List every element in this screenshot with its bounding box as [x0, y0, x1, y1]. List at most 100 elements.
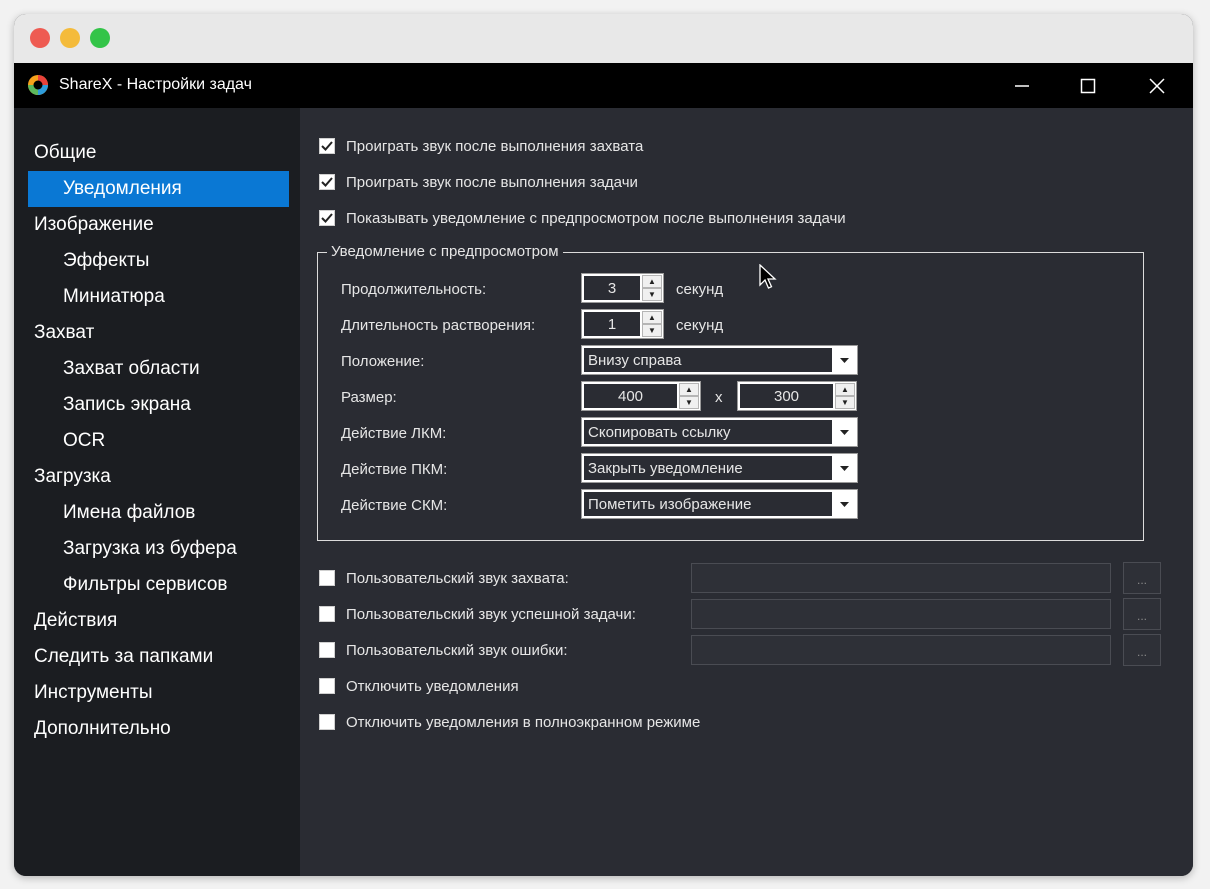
width-spinner[interactable]: 400 ▲ ▼	[581, 381, 701, 411]
browse-error-sound-button[interactable]: ...	[1123, 634, 1161, 666]
sidebar-item-watch-folders[interactable]: Следить за папками	[34, 639, 213, 675]
checkbox-label: Отключить уведомления в полноэкранном ре…	[346, 713, 701, 731]
lmb-action-dropdown[interactable]: Скопировать ссылку	[581, 417, 858, 447]
sidebar-item-image[interactable]: Изображение	[34, 207, 154, 243]
checkbox[interactable]	[319, 606, 335, 622]
settings-content: Проиграть звук после выполнения захвата …	[300, 108, 1193, 876]
sidebar-item-tools[interactable]: Инструменты	[34, 675, 152, 711]
fade-duration-spinner[interactable]: 1 ▲ ▼	[581, 309, 664, 339]
close-icon	[1149, 77, 1165, 94]
window-titlebar: ShareX - Настройки задач	[14, 63, 1193, 108]
fade-duration-value[interactable]: 1	[584, 312, 640, 336]
checkbox-label: Пользовательский звук ошибки:	[346, 641, 568, 659]
size-separator: x	[715, 389, 723, 406]
checkbox[interactable]	[319, 678, 335, 694]
chevron-down-icon[interactable]	[834, 420, 855, 444]
play-sound-after-capture-option[interactable]: Проиграть звук после выполнения захвата	[319, 134, 643, 158]
checkbox[interactable]	[319, 714, 335, 730]
sidebar-item-actions[interactable]: Действия	[34, 603, 117, 639]
custom-task-sound-path[interactable]	[691, 599, 1111, 629]
width-value[interactable]: 400	[584, 384, 677, 408]
minimize-traffic-light[interactable]	[60, 28, 80, 48]
mac-titlebar	[14, 14, 1193, 63]
spin-up-icon[interactable]: ▲	[642, 311, 662, 324]
play-sound-after-task-option[interactable]: Проиграть звук после выполнения задачи	[319, 170, 638, 194]
duration-spinner[interactable]: 3 ▲ ▼	[581, 273, 664, 303]
chevron-down-icon[interactable]	[834, 456, 855, 480]
sidebar-item-screen-recording[interactable]: Запись экрана	[63, 387, 191, 423]
zoom-traffic-light[interactable]	[90, 28, 110, 48]
sidebar-item-advanced[interactable]: Дополнительно	[34, 711, 171, 747]
chevron-down-icon[interactable]	[834, 348, 855, 372]
disable-fullscreen-notifications-option[interactable]: Отключить уведомления в полноэкранном ре…	[319, 710, 700, 734]
checkbox[interactable]	[319, 570, 335, 586]
sidebar-item-general[interactable]: Общие	[34, 135, 96, 171]
maximize-button[interactable]	[1055, 63, 1121, 108]
show-preview-notification-option[interactable]: Показывать уведомление с предпросмотром …	[319, 206, 846, 230]
checkbox[interactable]	[319, 210, 335, 226]
chevron-down-icon[interactable]	[834, 492, 855, 516]
sidebar-item-upload[interactable]: Загрузка	[34, 459, 111, 495]
custom-task-sound-option[interactable]: Пользовательский звук успешной задачи:	[319, 602, 636, 626]
position-label: Положение:	[341, 353, 425, 370]
spin-down-icon[interactable]: ▼	[679, 396, 699, 409]
mmb-action-dropdown[interactable]: Пометить изображение	[581, 489, 858, 519]
spin-up-icon[interactable]: ▲	[642, 275, 662, 288]
sidebar-item-ocr[interactable]: OCR	[63, 423, 105, 459]
browse-capture-sound-button[interactable]: ...	[1123, 562, 1161, 594]
sidebar-item-region-capture[interactable]: Захват области	[63, 351, 200, 387]
sidebar-item-clipboard-upload[interactable]: Загрузка из буфера	[63, 531, 237, 567]
lmb-action-selected: Скопировать ссылку	[584, 420, 832, 444]
spin-down-icon[interactable]: ▼	[642, 324, 662, 337]
custom-error-sound-option[interactable]: Пользовательский звук ошибки:	[319, 638, 568, 662]
close-traffic-light[interactable]	[30, 28, 50, 48]
custom-error-sound-path[interactable]	[691, 635, 1111, 665]
browse-task-sound-button[interactable]: ...	[1123, 598, 1161, 630]
checkbox[interactable]	[319, 642, 335, 658]
mmb-action-label: Действие СКМ:	[341, 497, 448, 514]
rmb-action-selected: Закрыть уведомление	[584, 456, 832, 480]
spinner-arrows[interactable]: ▲ ▼	[835, 383, 855, 409]
minimize-icon	[1015, 84, 1029, 87]
sidebar-item-capture[interactable]: Захват	[34, 315, 94, 351]
checkbox-label: Пользовательский звук успешной задачи:	[346, 605, 636, 623]
spinner-arrows[interactable]: ▲ ▼	[642, 311, 662, 337]
sidebar-item-uploader-filters[interactable]: Фильтры сервисов	[63, 567, 227, 603]
checkbox-label: Проиграть звук после выполнения задачи	[346, 173, 638, 191]
custom-capture-sound-path[interactable]	[691, 563, 1111, 593]
fade-duration-label: Длительность растворения:	[341, 317, 536, 334]
sidebar-item-thumbnail[interactable]: Миниатюра	[63, 279, 165, 315]
rmb-action-dropdown[interactable]: Закрыть уведомление	[581, 453, 858, 483]
sidebar-item-notifications[interactable]: Уведомления	[63, 171, 182, 207]
position-dropdown[interactable]: Внизу справа	[581, 345, 858, 375]
checkmark-icon	[321, 141, 333, 151]
custom-capture-sound-option[interactable]: Пользовательский звук захвата:	[319, 566, 569, 590]
checkmark-icon	[321, 177, 333, 187]
spin-up-icon[interactable]: ▲	[835, 383, 855, 396]
disable-notifications-option[interactable]: Отключить уведомления	[319, 674, 519, 698]
spin-down-icon[interactable]: ▼	[835, 396, 855, 409]
checkbox[interactable]	[319, 174, 335, 190]
sidebar-item-effects[interactable]: Эффекты	[63, 243, 149, 279]
height-value[interactable]: 300	[740, 384, 833, 408]
close-button[interactable]	[1124, 63, 1190, 108]
window-title: ShareX - Настройки задач	[59, 76, 252, 93]
mmb-action-selected: Пометить изображение	[584, 492, 832, 516]
minimize-button[interactable]	[989, 63, 1055, 108]
group-title: Уведомление с предпросмотром	[327, 243, 563, 260]
spin-up-icon[interactable]: ▲	[679, 383, 699, 396]
maximize-icon	[1080, 78, 1096, 93]
spin-down-icon[interactable]: ▼	[642, 288, 662, 301]
spinner-arrows[interactable]: ▲ ▼	[642, 275, 662, 301]
checkbox-label: Отключить уведомления	[346, 677, 519, 695]
size-label: Размер:	[341, 389, 397, 406]
checkbox[interactable]	[319, 138, 335, 154]
duration-value[interactable]: 3	[584, 276, 640, 300]
fade-duration-unit: секунд	[676, 317, 724, 334]
checkbox-label: Проиграть звук после выполнения захвата	[346, 137, 644, 155]
preview-notification-group: Уведомление с предпросмотром Продолжител…	[317, 243, 1144, 541]
height-spinner[interactable]: 300 ▲ ▼	[737, 381, 857, 411]
spinner-arrows[interactable]: ▲ ▼	[679, 383, 699, 409]
sidebar-item-file-naming[interactable]: Имена файлов	[63, 495, 195, 531]
checkmark-icon	[321, 213, 333, 223]
